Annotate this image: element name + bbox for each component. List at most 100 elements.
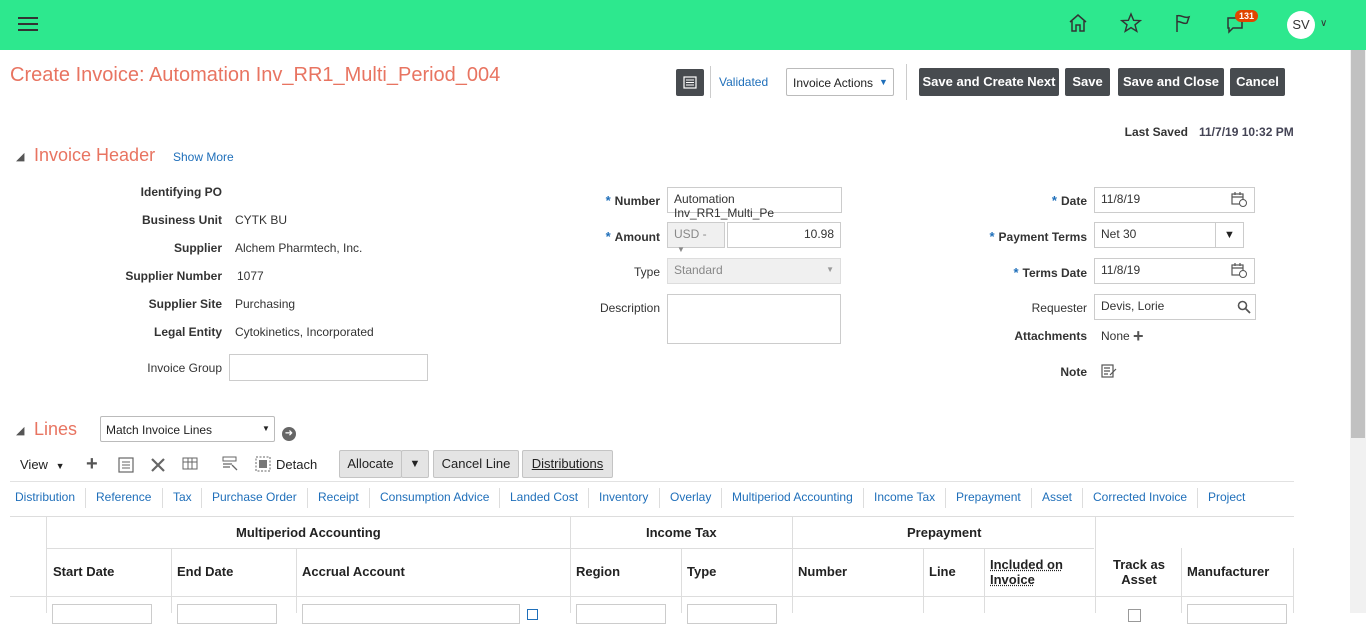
list-detail-icon[interactable] — [118, 457, 134, 476]
tab-project[interactable]: Project — [1208, 490, 1245, 504]
requester-input[interactable]: Devis, Lorie — [1094, 294, 1256, 320]
allocate-button[interactable]: Allocate — [339, 450, 402, 478]
freeze-columns-icon[interactable] — [182, 456, 199, 476]
calendar-icon[interactable] — [1231, 191, 1248, 211]
distributions-button[interactable]: Distributions — [522, 450, 613, 478]
identifying-po-label: Identifying PO — [60, 185, 222, 199]
match-invoice-lines-select[interactable]: Match Invoice Lines ▼ — [100, 416, 275, 442]
tab-receipt[interactable]: Receipt — [318, 490, 359, 504]
column-start-date[interactable]: Start Date — [53, 564, 114, 579]
chevron-down-icon[interactable]: ∨ — [1320, 18, 1327, 29]
invoice-group-input[interactable] — [229, 354, 428, 381]
column-type[interactable]: Type — [687, 564, 716, 579]
tab-tax[interactable]: Tax — [173, 490, 192, 504]
payment-terms-label: Payment Terms — [999, 230, 1087, 244]
tab-landed-cost[interactable]: Landed Cost — [510, 490, 578, 504]
number-input[interactable]: Automation Inv_RR1_Multi_Pe — [667, 187, 842, 213]
notification-badge: 131 — [1235, 10, 1258, 22]
edit-note-icon[interactable] — [1101, 363, 1117, 382]
tab-consumption-advice[interactable]: Consumption Advice — [380, 490, 489, 504]
column-track-as-asset[interactable]: Track as Asset — [1104, 557, 1174, 587]
business-unit-value: CYTK BU — [235, 213, 287, 227]
description-label: Description — [560, 301, 660, 315]
query-by-example-icon[interactable] — [222, 456, 239, 476]
tab-purchase-order[interactable]: Purchase Order — [212, 490, 297, 504]
allocate-dropdown-icon[interactable]: ▼ — [401, 450, 429, 478]
currency-value: USD - — [674, 227, 707, 241]
required-asterisk: * — [1052, 193, 1057, 208]
tab-overlay[interactable]: Overlay — [670, 490, 711, 504]
validated-link[interactable]: Validated — [719, 75, 768, 89]
user-avatar[interactable]: SV — [1287, 11, 1315, 39]
required-asterisk: * — [606, 193, 611, 208]
supplier-number-value: 1077 — [237, 269, 264, 283]
currency-select[interactable]: USD - ▼ — [667, 222, 725, 248]
accrual-account-input[interactable] — [302, 604, 520, 624]
table-border — [570, 516, 571, 613]
column-end-date[interactable]: End Date — [177, 564, 233, 579]
tab-reference[interactable]: Reference — [96, 490, 151, 504]
show-more-link[interactable]: Show More — [173, 150, 234, 164]
home-icon[interactable] — [1065, 12, 1091, 38]
tab-inventory[interactable]: Inventory — [599, 490, 648, 504]
column-manufacturer[interactable]: Manufacturer — [1187, 564, 1269, 579]
column-region[interactable]: Region — [576, 564, 620, 579]
region-select[interactable] — [576, 604, 666, 624]
table-border — [10, 596, 1294, 597]
supplier-site-value: Purchasing — [235, 297, 295, 311]
add-attachment-icon[interactable]: + — [1133, 328, 1144, 344]
list-view-button[interactable] — [676, 69, 704, 96]
view-menu[interactable]: View ▼ — [20, 457, 65, 472]
end-date-input[interactable] — [177, 604, 277, 624]
page-title: Create Invoice: Automation Inv_RR1_Multi… — [10, 64, 500, 87]
business-unit-label: Business Unit — [60, 213, 222, 227]
menu-icon[interactable] — [18, 17, 38, 32]
flag-icon[interactable] — [1170, 12, 1196, 38]
save-and-close-button[interactable]: Save and Close — [1118, 68, 1224, 96]
amount-input[interactable]: 10.98 — [727, 222, 841, 248]
required-asterisk: * — [606, 229, 611, 244]
add-row-icon[interactable]: + — [86, 453, 98, 476]
save-button[interactable]: Save — [1065, 68, 1110, 96]
collapse-triangle-icon[interactable]: ◢ — [16, 150, 24, 163]
tab-distribution[interactable]: Distribution — [15, 490, 75, 504]
go-arrow-icon[interactable]: ➜ — [282, 427, 296, 441]
column-line[interactable]: Line — [929, 564, 956, 579]
cancel-button[interactable]: Cancel — [1230, 68, 1285, 96]
tab-separator — [721, 488, 722, 508]
table-border — [792, 516, 793, 613]
start-date-input[interactable] — [52, 604, 152, 624]
lines-title: Lines — [34, 419, 77, 440]
tab-prepayment[interactable]: Prepayment — [956, 490, 1021, 504]
cancel-line-button[interactable]: Cancel Line — [433, 450, 519, 478]
track-as-asset-checkbox[interactable] — [1128, 609, 1141, 622]
invoice-actions-menu[interactable]: Invoice Actions ▼ — [786, 68, 894, 96]
search-icon[interactable] — [1237, 300, 1251, 317]
manufacturer-input[interactable] — [1187, 604, 1287, 624]
type-select-row[interactable] — [687, 604, 777, 624]
column-included-on-invoice[interactable]: Included on Invoice — [990, 557, 1080, 587]
caret-down-icon[interactable]: ▼ — [1215, 223, 1243, 247]
tab-income-tax[interactable]: Income Tax — [874, 490, 935, 504]
column-number[interactable]: Number — [798, 564, 847, 579]
account-selector-icon[interactable] — [527, 609, 538, 620]
tab-multiperiod-accounting[interactable]: Multiperiod Accounting — [732, 490, 853, 504]
favorites-star-icon[interactable] — [1118, 12, 1144, 38]
last-saved-value: 11/7/19 10:32 PM — [1199, 125, 1294, 139]
description-textarea[interactable] — [667, 294, 841, 344]
tab-separator — [201, 488, 202, 508]
detach-icon[interactable] — [255, 456, 271, 475]
date-label: Date — [1061, 194, 1087, 208]
delete-x-icon[interactable] — [150, 457, 166, 476]
detach-label[interactable]: Detach — [276, 457, 317, 472]
tab-corrected-invoice[interactable]: Corrected Invoice — [1093, 490, 1187, 504]
save-and-create-next-button[interactable]: Save and Create Next — [919, 68, 1059, 96]
column-accrual-account[interactable]: Accrual Account — [302, 564, 405, 579]
tab-asset[interactable]: Asset — [1042, 490, 1072, 504]
scrollbar-thumb[interactable] — [1351, 50, 1365, 438]
collapse-triangle-icon[interactable]: ◢ — [16, 424, 24, 437]
calendar-icon[interactable] — [1231, 262, 1248, 282]
terms-date-label: Terms Date — [1023, 266, 1087, 280]
number-label: Number — [615, 194, 660, 208]
tab-separator — [499, 488, 500, 508]
